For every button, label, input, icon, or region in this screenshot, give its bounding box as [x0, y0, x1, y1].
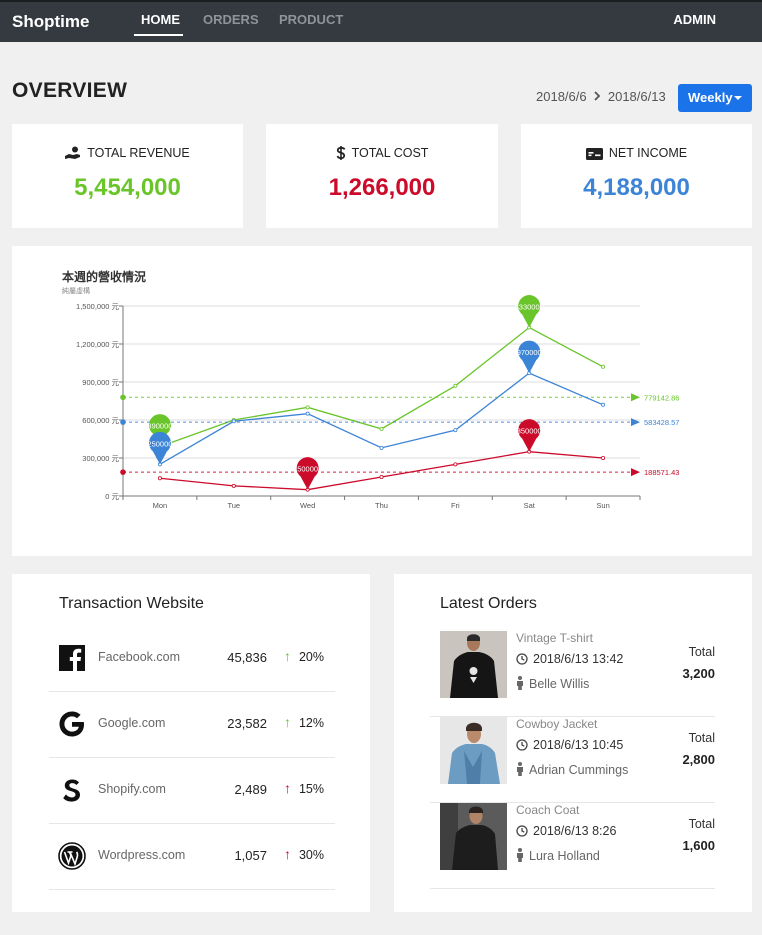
date-from: 2018/6/6 — [536, 89, 587, 104]
site-row[interactable]: Shopify.com 2,489 ↑ 15% — [49, 758, 335, 824]
chevron-right-icon — [590, 91, 604, 104]
wordpress-icon — [58, 842, 86, 870]
date-to: 2018/6/13 — [607, 89, 666, 104]
kpi-value: 5,454,000 — [74, 174, 181, 201]
order-time: 2018/6/13 8:26 — [533, 824, 617, 838]
order-customer: Adrian Cummings — [529, 763, 629, 777]
site-percent: 20% — [298, 650, 324, 664]
site-count: 45,836 — [227, 650, 267, 665]
kpi-card-revenue: TOTAL REVENUE 5,454,000 — [12, 124, 243, 228]
person-icon — [517, 848, 523, 862]
site-count: 23,582 — [227, 716, 267, 731]
nav-home[interactable]: HOME — [141, 12, 180, 27]
order-row[interactable]: Coach Coat 2018/6/13 8:26 Lura Holland T… — [430, 803, 715, 889]
dollar-icon — [336, 146, 345, 160]
site-name[interactable]: Shopify.com — [98, 782, 166, 796]
order-product-name[interactable]: Vintage T-shirt — [516, 631, 593, 645]
clock-icon — [516, 825, 528, 837]
chart-title: 本週的營收情況 — [62, 270, 147, 284]
brand-logo[interactable]: Shoptime — [12, 12, 89, 32]
google-icon — [59, 711, 84, 737]
site-row[interactable]: Google.com 23,582 ↑ 12% — [49, 692, 335, 758]
top-navbar: Shoptime HOME ORDERS PRODUCT ADMIN — [0, 0, 762, 42]
admin-menu[interactable]: ADMIN — [673, 12, 716, 27]
order-total: 2,800 — [682, 752, 715, 767]
site-row[interactable]: Wordpress.com 1,057 ↑ 30% — [49, 824, 335, 890]
revenue-chart-card — [12, 246, 752, 556]
order-product-name[interactable]: Coach Coat — [516, 803, 579, 817]
product-image[interactable] — [440, 717, 507, 784]
product-image[interactable] — [440, 803, 507, 870]
nav-orders[interactable]: ORDERS — [203, 12, 259, 27]
person-icon — [517, 676, 523, 690]
shopify-icon — [63, 779, 80, 802]
money-bill-icon — [585, 148, 603, 160]
kpi-card-cost: TOTAL COST 1,266,000 — [266, 124, 498, 228]
kpi-label: TOTAL REVENUE — [87, 146, 190, 160]
chart-subtitle: 純屬虛構 — [62, 288, 90, 295]
order-customer: Belle Willis — [529, 677, 590, 691]
order-total-label: Total — [688, 731, 715, 745]
order-row[interactable]: Cowboy Jacket 2018/6/13 10:45 Adrian Cum… — [430, 717, 715, 803]
clock-icon — [516, 653, 528, 665]
period-label: Weekly — [688, 90, 733, 105]
site-percent: 30% — [298, 848, 324, 862]
site-percent: 15% — [298, 782, 324, 796]
site-name[interactable]: Google.com — [98, 716, 165, 730]
site-name[interactable]: Facebook.com — [98, 650, 180, 664]
arrow-up-icon: ↑ — [284, 780, 291, 796]
site-name[interactable]: Wordpress.com — [98, 848, 185, 862]
kpi-value: 1,266,000 — [328, 174, 436, 201]
caret-down-icon — [734, 96, 742, 100]
order-time: 2018/6/13 13:42 — [533, 652, 624, 666]
order-time: 2018/6/13 10:45 — [533, 738, 624, 752]
kpi-card-net-income: NET INCOME 4,188,000 — [521, 124, 752, 228]
transaction-title: Transaction Website — [59, 595, 204, 612]
arrow-up-icon: ↑ — [284, 714, 291, 730]
facebook-icon — [59, 645, 85, 671]
site-row[interactable]: Facebook.com 45,836 ↑ 20% — [49, 626, 335, 692]
page-title: OVERVIEW — [12, 79, 128, 102]
site-count: 1,057 — [234, 848, 267, 863]
nav-active-indicator — [134, 34, 183, 36]
arrow-up-icon: ↑ — [284, 648, 291, 664]
hand-coin-icon — [65, 146, 81, 159]
order-product-name[interactable]: Cowboy Jacket — [516, 717, 597, 731]
site-percent: 12% — [298, 716, 324, 730]
arrow-up-icon: ↑ — [284, 846, 291, 862]
period-dropdown[interactable]: Weekly — [678, 84, 752, 112]
kpi-label: NET INCOME — [608, 146, 688, 160]
nav-product[interactable]: PRODUCT — [279, 12, 343, 27]
date-range: 2018/6/6 2018/6/13 — [536, 89, 666, 104]
order-row[interactable]: Vintage T-shirt 2018/6/13 13:42 Belle Wi… — [430, 631, 715, 717]
order-customer: Lura Holland — [529, 849, 600, 863]
site-count: 2,489 — [234, 782, 267, 797]
person-icon — [517, 762, 523, 776]
product-image[interactable] — [440, 631, 507, 698]
order-total-label: Total — [688, 645, 715, 659]
order-total-label: Total — [688, 817, 715, 831]
kpi-label: TOTAL COST — [351, 146, 429, 160]
kpi-value: 4,188,000 — [583, 174, 690, 201]
order-total: 1,600 — [682, 838, 715, 853]
clock-icon — [516, 739, 528, 751]
latest-orders-title: Latest Orders — [440, 595, 537, 612]
order-total: 3,200 — [682, 666, 715, 681]
